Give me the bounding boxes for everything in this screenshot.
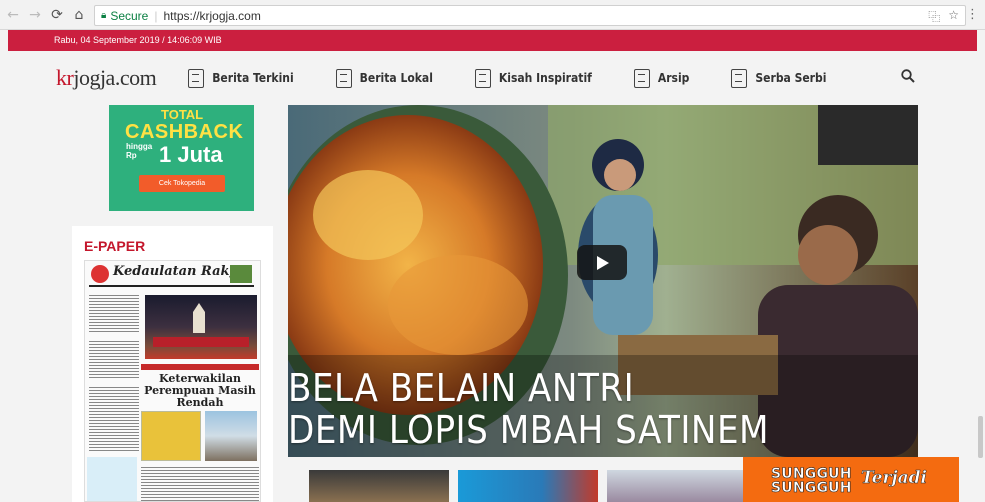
browser-toolbar: ← → ⟳ ⌂ 🔒︎ Secure | https://krjogja.com … [0,0,985,30]
secure-label: Secure [110,8,149,23]
nav-item-label: Berita Lokal [359,71,433,85]
bookmark-star-icon[interactable]: ☆ [948,8,959,25]
play-button[interactable] [577,245,627,280]
reload-icon[interactable]: ⟳ [48,6,66,24]
text-column [89,339,139,379]
site-logo[interactable]: krjogja.com [56,65,157,91]
promo-line2: SUNGGUH [771,480,852,496]
video-thumbnail-small[interactable] [309,470,449,502]
logo-prefix: kr [56,65,74,90]
featured-video[interactable]: BELA BELAIN ANTRI DEMI LOPIS MBAH SATINE… [288,105,918,457]
nav-item-berita-lokal[interactable]: Berita Lokal [335,68,433,88]
ad-rp: Rp [126,151,137,160]
newspaper-masthead: Kedaulatan Rakyat [89,263,254,287]
translate-icon[interactable]: ⿻ [928,8,940,25]
newspaper-icon [188,68,205,88]
url-text[interactable]: https://krjogja.com [163,9,260,23]
scrollbar-thumb[interactable] [978,416,983,458]
current-datetime: Rabu, 04 September 2019 / 14:06:09 WIB [54,35,222,45]
nav-item-kisah-inspiratif[interactable]: Kisah Inspiratif [474,68,592,88]
location-doc-icon [335,68,352,88]
ad-cashback: CASHBACK [125,121,244,143]
sungguh-terjadi-banner[interactable]: SUNGGUH SUNGGUH Terjadi [743,457,959,502]
ad-hingga-text: hingga [126,142,153,151]
epaper-headline: Keterwakilan Perempuan Masih Rendah [144,372,256,409]
promo-bold-text: SUNGGUH SUNGGUH [771,466,852,496]
video-title-line1: BELA BELAIN ANTRI [288,366,635,410]
nav-item-label: Arsip [657,71,690,85]
promo-line1: SUNGGUH [771,466,852,482]
search-icon[interactable] [901,69,915,83]
nav-item-label: Berita Terkini [212,71,294,85]
browser-menu-icon[interactable]: ⋮ [966,7,979,22]
building-photo [205,411,257,461]
ad-amount: 1 Juta [159,142,223,167]
epaper-front-page[interactable]: Kedaulatan Rakyat Keterwakilan Perempuan… [84,260,261,502]
promo-script-text: Terjadi [861,468,927,489]
page-scrollbar[interactable] [977,30,985,502]
kr-seal-icon [91,265,109,283]
nav-item-label: Serba Serbi [755,71,827,85]
nav-item-arsip[interactable]: Arsip [633,68,690,88]
front-page-photo [145,295,257,359]
address-bar[interactable]: 🔒︎ Secure | https://krjogja.com ⿻ ☆ [94,5,966,26]
red-strip [141,364,259,370]
main-navigation: krjogja.com Berita Terkini Berita Lokal … [8,51,977,105]
archive-icon [633,68,650,88]
page-content: TOTAL CASHBACK hingga Rp 1 Juta Cek Tokop… [8,105,977,502]
forward-icon[interactable]: → [26,6,44,24]
infographic-box [141,411,201,461]
text-column [89,293,139,333]
omnibox-separator: | [154,8,158,23]
nav-item-label: Kisah Inspiratif [498,71,592,85]
video-title: BELA BELAIN ANTRI DEMI LOPIS MBAH SATINE… [288,367,918,451]
date-bar: Rabu, 04 September 2019 / 14:06:09 WIB [8,30,977,51]
ad-hingga: hingga Rp [126,142,152,160]
monument-shape [193,303,205,333]
video-thumbnail-small[interactable] [458,470,598,502]
text-column [141,465,259,501]
ad-cta-button[interactable]: Cek Tokopedia [139,175,225,192]
ad-total: TOTAL [161,107,204,122]
nav-item-berita-terkini[interactable]: Berita Terkini [188,68,294,88]
video-thumbnail-small[interactable] [607,470,743,502]
newspaper-ad [87,457,137,501]
gallery-doc-icon [731,68,748,88]
tokopedia-ad-banner[interactable]: TOTAL CASHBACK hingga Rp 1 Juta Cek Tokop… [109,105,254,211]
epaper-title: E-PAPER [84,238,146,254]
photo-banner [153,337,249,347]
video-title-line2: DEMI LOPIS MBAH SATINEM [288,408,770,452]
emblem-icon [230,265,252,283]
nav-item-serba-serbi[interactable]: Serba Serbi [731,68,827,88]
logo-rest: jogja.com [73,65,157,90]
epaper-widget: E-PAPER Kedaulatan Rakyat Keterwakilan P… [72,226,273,502]
home-icon[interactable]: ⌂ [70,6,88,24]
back-icon[interactable]: ← [4,6,22,24]
lock-icon: 🔒︎ [101,10,107,21]
trophy-doc-icon [474,68,491,88]
text-column [89,385,139,451]
